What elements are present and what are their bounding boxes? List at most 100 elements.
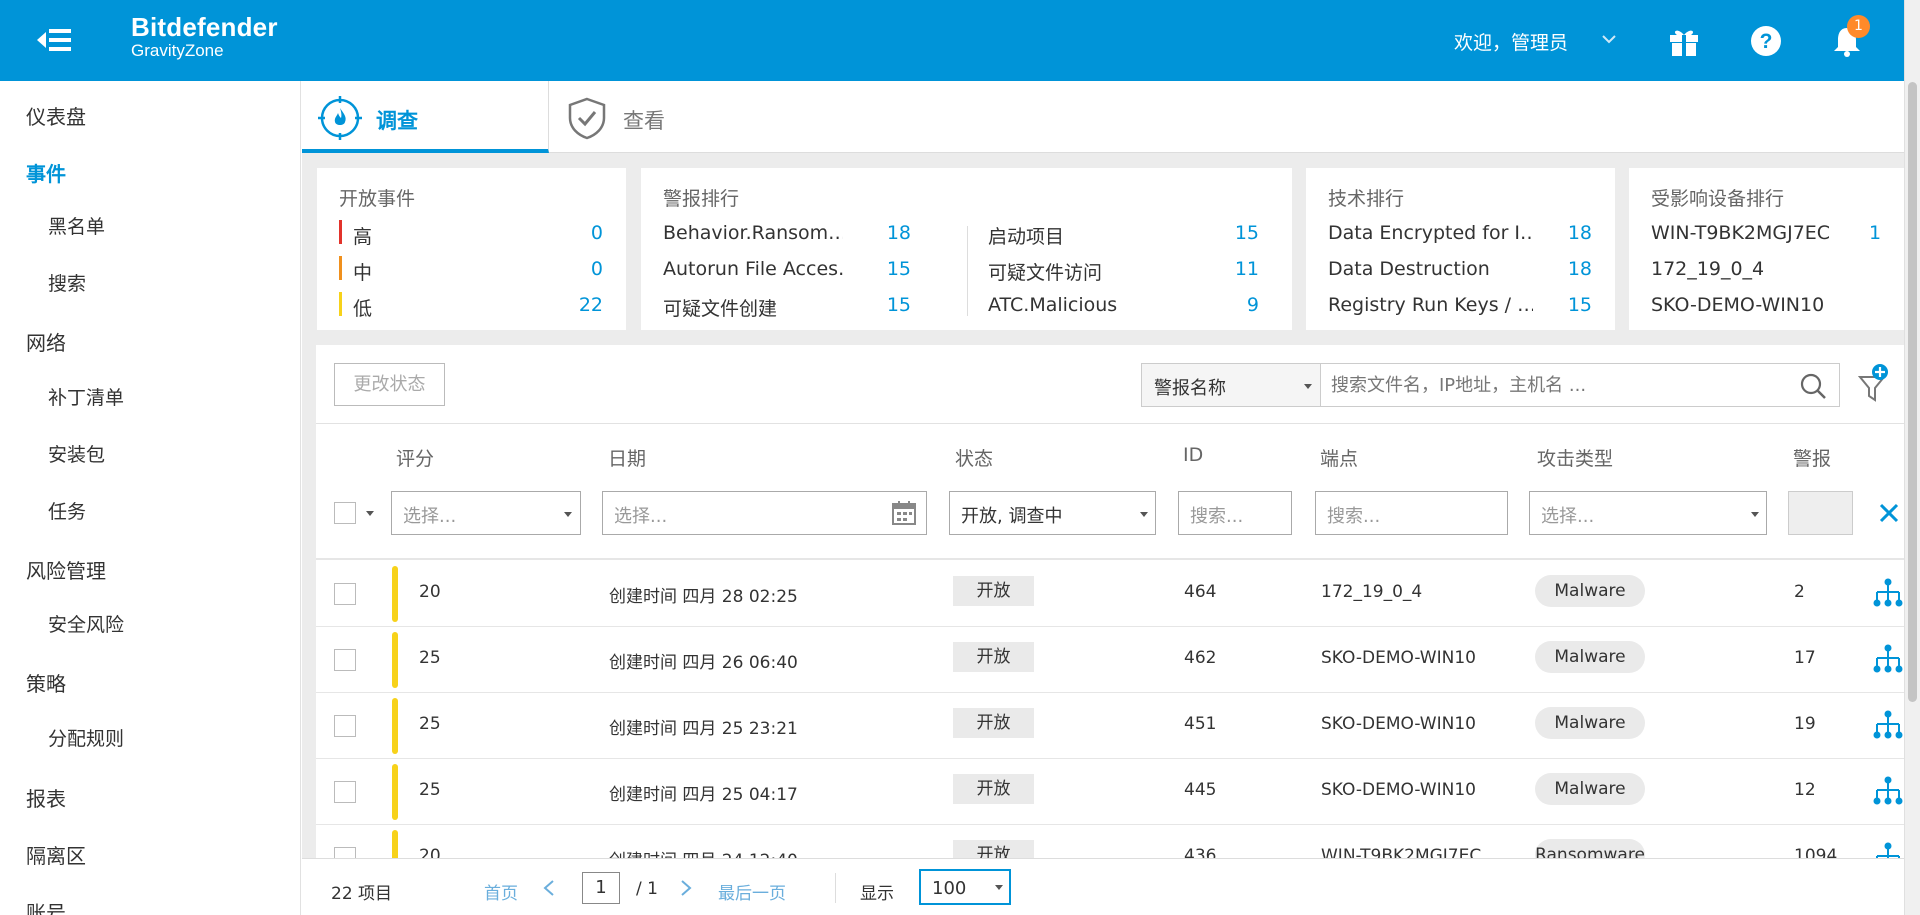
- sidebar-item-policies[interactable]: 策略: [26, 668, 66, 697]
- page-size-select[interactable]: 100: [919, 869, 1011, 905]
- search-field-select[interactable]: 警报名称: [1141, 363, 1321, 407]
- severity-high-count[interactable]: 0: [547, 222, 603, 244]
- score-filter-select[interactable]: 选择...: [391, 491, 581, 535]
- table-row[interactable]: 20 创建时间 四月 28 02:25 开放 464 172_19_0_4 Ma…: [316, 561, 1904, 627]
- sidebar-item-blocklist[interactable]: 黑名单: [48, 212, 105, 239]
- device-rank-label[interactable]: 172_19_0_4: [1651, 258, 1861, 280]
- alert-rank-label[interactable]: Behavior.Ransom…: [663, 222, 843, 244]
- sidebar-item-patch-inventory[interactable]: 补丁清单: [48, 383, 124, 410]
- column-header-status[interactable]: 状态: [955, 444, 993, 471]
- id-cell[interactable]: 451: [1184, 714, 1216, 734]
- alert-rank-count[interactable]: 18: [861, 222, 911, 244]
- endpoint-cell[interactable]: SKO-DEMO-WIN10: [1321, 648, 1476, 668]
- prev-page-icon[interactable]: [542, 879, 556, 897]
- endpoint-cell[interactable]: SKO-DEMO-WIN10: [1321, 780, 1476, 800]
- search-input[interactable]: [1331, 364, 1791, 406]
- technique-rank-count[interactable]: 15: [1542, 294, 1592, 316]
- tab-view[interactable]: 查看: [549, 81, 796, 153]
- row-checkbox[interactable]: [334, 781, 356, 803]
- page-number-input[interactable]: 1: [582, 872, 620, 904]
- column-header-score[interactable]: 评分: [396, 444, 434, 471]
- incident-graph-icon[interactable]: [1872, 577, 1904, 609]
- alert-rank-label[interactable]: 可疑文件创建: [663, 294, 843, 321]
- alert-rank-count[interactable]: 15: [861, 258, 911, 280]
- row-checkbox[interactable]: [334, 583, 356, 605]
- alert-rank-count[interactable]: 11: [1209, 258, 1259, 280]
- device-rank-label[interactable]: WIN-T9BK2MGJ7EC: [1651, 222, 1861, 244]
- sidebar-item-risk-management[interactable]: 风险管理: [26, 555, 106, 584]
- device-rank-count[interactable]: 1: [1869, 222, 1899, 244]
- date-filter-input[interactable]: 选择...: [602, 491, 927, 535]
- sidebar-item-reports[interactable]: 报表: [26, 783, 66, 812]
- add-filter-icon[interactable]: [1857, 363, 1889, 403]
- technique-rank-label[interactable]: Registry Run Keys / …: [1328, 294, 1533, 316]
- row-checkbox[interactable]: [334, 715, 356, 737]
- calendar-icon[interactable]: [891, 500, 917, 526]
- sidebar-item-dashboard[interactable]: 仪表盘: [26, 101, 86, 130]
- incident-graph-icon[interactable]: [1872, 775, 1904, 807]
- technique-rank-count[interactable]: 18: [1542, 258, 1592, 280]
- alert-rank-count[interactable]: 15: [861, 294, 911, 316]
- alert-rank-label[interactable]: 可疑文件访问: [988, 258, 1188, 285]
- welcome-user-menu[interactable]: 欢迎，管理员: [1454, 28, 1568, 55]
- alert-rank-label[interactable]: Autorun File Acces…: [663, 258, 843, 280]
- scrollbar-thumb[interactable]: [1908, 82, 1917, 702]
- help-icon[interactable]: ?: [1749, 24, 1783, 58]
- last-page-link[interactable]: 最后一页: [718, 879, 786, 904]
- table-row[interactable]: 25 创建时间 四月 26 06:40 开放 462 SKO-DEMO-WIN1…: [316, 627, 1904, 693]
- row-checkbox[interactable]: [334, 649, 356, 671]
- id-cell[interactable]: 445: [1184, 780, 1216, 800]
- change-status-button[interactable]: 更改状态: [334, 363, 445, 406]
- table-row[interactable]: 25 创建时间 四月 25 04:17 开放 445 SKO-DEMO-WIN1…: [316, 759, 1904, 825]
- sidebar-item-assignment-rules[interactable]: 分配规则: [48, 724, 124, 751]
- tab-investigate[interactable]: 调查: [302, 81, 549, 153]
- alert-rank-label[interactable]: 启动项目: [988, 222, 1188, 249]
- device-rank-label[interactable]: SKO-DEMO-WIN10: [1651, 294, 1861, 316]
- column-header-id[interactable]: ID: [1183, 444, 1203, 466]
- sidebar-item-tasks[interactable]: 任务: [48, 497, 86, 524]
- attack-type-badge: Malware: [1535, 641, 1645, 673]
- alert-rank-label[interactable]: ATC.Malicious: [988, 294, 1188, 316]
- brand-logo[interactable]: Bitdefender GravityZone: [131, 14, 278, 59]
- column-header-endpoint[interactable]: 端点: [1320, 444, 1358, 471]
- technique-rank-label[interactable]: Data Encrypted for I…: [1328, 222, 1533, 244]
- sidebar-item-security-risks[interactable]: 安全风险: [48, 610, 124, 637]
- sidebar-item-packages[interactable]: 安装包: [48, 440, 105, 467]
- next-page-icon[interactable]: [679, 879, 693, 897]
- severity-medium-count[interactable]: 0: [547, 258, 603, 280]
- column-header-alerts[interactable]: 警报: [1793, 444, 1831, 471]
- search-icon[interactable]: [1799, 372, 1827, 400]
- id-cell[interactable]: 462: [1184, 648, 1216, 668]
- attack-type-filter-select[interactable]: 选择...: [1529, 491, 1767, 535]
- collapse-menu-icon[interactable]: [36, 27, 72, 53]
- alerts-filter-input[interactable]: [1788, 491, 1853, 535]
- technique-rank-count[interactable]: 18: [1542, 222, 1592, 244]
- column-header-attack-type[interactable]: 攻击类型: [1537, 444, 1613, 471]
- first-page-link[interactable]: 首页: [484, 879, 518, 904]
- page-scrollbar[interactable]: [1904, 0, 1920, 915]
- sidebar-item-search[interactable]: 搜索: [48, 269, 86, 296]
- id-filter-input[interactable]: 搜索...: [1178, 491, 1292, 535]
- sidebar-item-incidents[interactable]: 事件: [26, 158, 66, 187]
- chevron-down-icon[interactable]: [1600, 30, 1618, 48]
- endpoint-filter-input[interactable]: 搜索...: [1315, 491, 1508, 535]
- endpoint-cell[interactable]: SKO-DEMO-WIN10: [1321, 714, 1476, 734]
- id-cell[interactable]: 464: [1184, 582, 1216, 602]
- technique-rank-label[interactable]: Data Destruction: [1328, 258, 1533, 280]
- gift-icon[interactable]: [1667, 24, 1701, 58]
- sidebar-item-accounts[interactable]: 账号: [26, 897, 66, 915]
- sidebar-item-quarantine[interactable]: 隔离区: [26, 840, 86, 869]
- select-menu-caret-icon[interactable]: [366, 511, 374, 516]
- incident-graph-icon[interactable]: [1872, 709, 1904, 741]
- alert-rank-count[interactable]: 9: [1209, 294, 1259, 316]
- severity-low-count[interactable]: 22: [547, 294, 603, 316]
- select-all-checkbox[interactable]: [334, 502, 356, 524]
- alert-rank-count[interactable]: 15: [1209, 222, 1259, 244]
- status-filter-select[interactable]: 开放, 调查中: [949, 491, 1156, 535]
- incident-graph-icon[interactable]: [1872, 643, 1904, 675]
- column-header-date[interactable]: 日期: [608, 444, 646, 471]
- table-row[interactable]: 25 创建时间 四月 25 23:21 开放 451 SKO-DEMO-WIN1…: [316, 693, 1904, 759]
- clear-filters-close-icon[interactable]: [1873, 497, 1904, 529]
- sidebar-item-network[interactable]: 网络: [26, 327, 66, 356]
- endpoint-cell[interactable]: 172_19_0_4: [1321, 582, 1422, 602]
